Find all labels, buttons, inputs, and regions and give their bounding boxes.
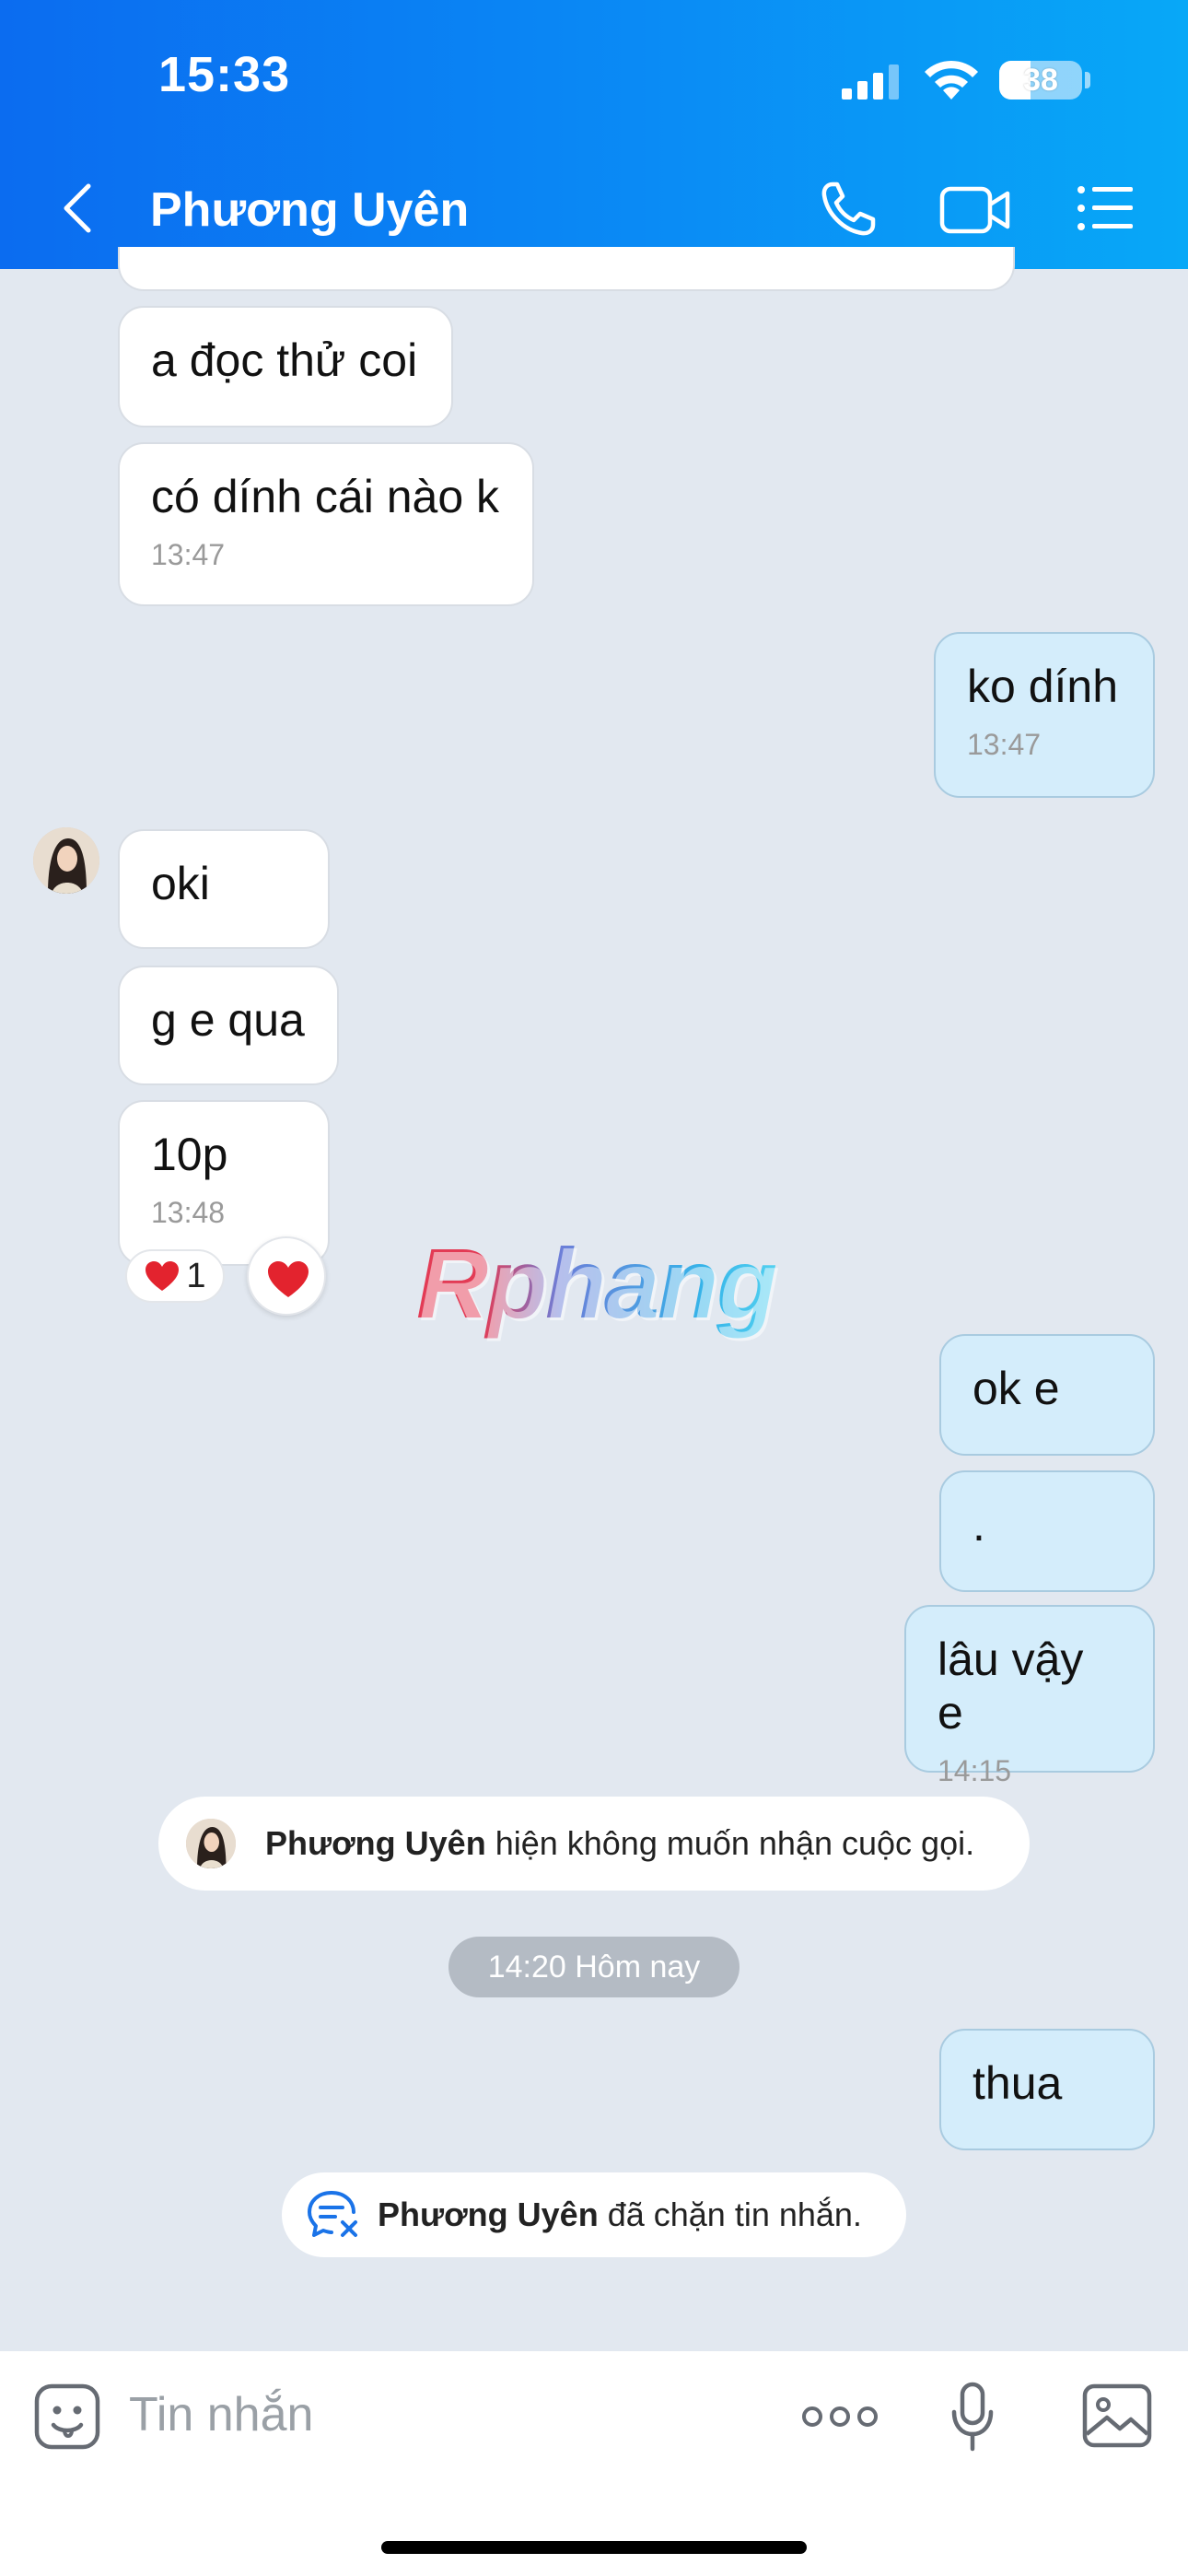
message-time: 13:47 <box>967 728 1042 761</box>
message-text: g e qua <box>151 994 305 1046</box>
back-icon[interactable] <box>55 181 101 236</box>
notice-text: hiện không muốn nhận cuộc gọi. <box>495 1824 975 1862</box>
notice-contact-name: Phương Uyên <box>378 2195 599 2233</box>
battery-level: 38 <box>1023 63 1058 98</box>
heart-icon <box>146 1261 180 1291</box>
message-input[interactable] <box>129 2383 681 2447</box>
message-bubble-incoming[interactable]: oki <box>118 829 330 949</box>
message-text: có dính cái nào k <box>151 471 500 522</box>
battery-indicator: 38 <box>999 61 1082 100</box>
wifi-icon <box>925 60 978 100</box>
watermark-logo: Rphang <box>416 1227 777 1339</box>
message-bubble-outgoing[interactable]: . <box>939 1470 1155 1592</box>
message-text: lâu vậy e <box>938 1633 1084 1739</box>
video-call-icon[interactable] <box>939 184 1011 236</box>
reaction-count-badge[interactable]: 1 <box>125 1249 225 1303</box>
phone-icon[interactable] <box>820 181 879 238</box>
message-text: thua <box>973 2057 1063 2109</box>
date-separator: 14:20 Hôm nay <box>448 1937 740 1997</box>
menu-list-icon[interactable] <box>1076 184 1135 232</box>
call-blocked-notice: Phương Uyên hiện không muốn nhận cuộc gọ… <box>158 1797 1030 1891</box>
sticker-icon[interactable] <box>33 2383 101 2451</box>
cellular-signal-icon <box>842 64 899 100</box>
react-button[interactable] <box>247 1236 326 1316</box>
reaction-count: 1 <box>186 1256 206 1295</box>
contact-avatar-small <box>186 1819 236 1868</box>
home-indicator <box>381 2541 807 2554</box>
message-bubble-outgoing[interactable]: ok e <box>939 1334 1155 1456</box>
contact-avatar[interactable] <box>33 827 99 894</box>
message-bubble-outgoing[interactable]: lâu vậy e 14:15 <box>904 1605 1155 1787</box>
message-bubble-incoming[interactable]: có dính cái nào k 13:47 <box>118 442 534 606</box>
heart-icon <box>268 1261 309 1297</box>
message-time: 14:15 <box>938 1754 1012 1787</box>
message-text: 10p <box>151 1129 228 1180</box>
image-icon[interactable] <box>1081 2383 1153 2449</box>
status-time: 15:33 <box>158 47 291 102</box>
battery-tip <box>1085 72 1090 88</box>
message-text: ok e <box>973 1363 1060 1414</box>
more-icon[interactable] <box>801 2401 879 2432</box>
message-blocked-notice: Phương Uyên đã chặn tin nhắn. <box>282 2172 906 2257</box>
microphone-icon[interactable] <box>949 2381 996 2454</box>
message-text: oki <box>151 858 210 909</box>
message-bubble-incoming[interactable]: a đọc thử coi <box>118 306 453 427</box>
message-time: 13:48 <box>151 1196 226 1229</box>
message-text: . <box>973 1499 985 1551</box>
message-bubble-incoming[interactable]: g e qua <box>118 966 339 1085</box>
notice-text: đã chặn tin nhắn. <box>607 2195 862 2233</box>
message-bubble-outgoing[interactable]: ko dính 13:47 <box>934 632 1155 798</box>
message-bubble-outgoing[interactable]: thua <box>939 2029 1155 2150</box>
notice-contact-name: Phương Uyên <box>265 1824 486 1862</box>
message-text: a đọc thử coi <box>151 334 418 386</box>
message-bubble-partial[interactable] <box>118 247 1015 291</box>
message-text: ko dính <box>967 661 1119 712</box>
contact-name[interactable]: Phương Uyên <box>150 182 469 238</box>
message-time: 13:47 <box>151 538 226 571</box>
message-blocked-icon <box>308 2191 357 2237</box>
